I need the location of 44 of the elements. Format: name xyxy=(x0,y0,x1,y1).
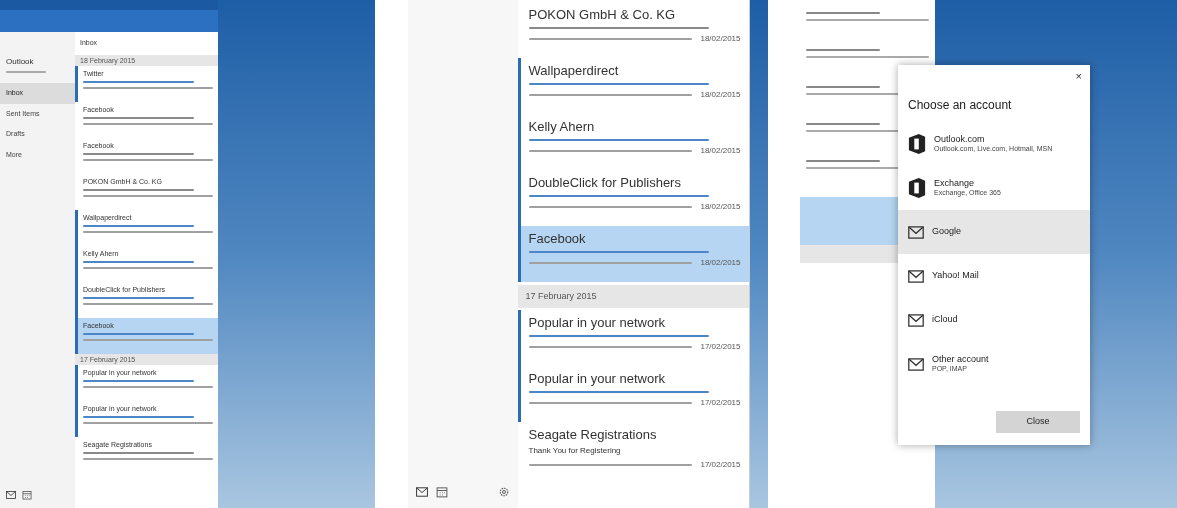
dialog-title: Choose an account xyxy=(907,97,1013,114)
message-date: 17/02/2015 xyxy=(700,399,741,407)
calendar-icon[interactable] xyxy=(22,490,32,500)
office-logo-icon xyxy=(908,178,926,198)
account-name: Google xyxy=(932,226,962,238)
message-date: 18/02/2015 xyxy=(700,147,741,155)
account-name: Exchange xyxy=(934,178,976,190)
blurred-text-line xyxy=(6,71,46,73)
account-option[interactable]: Yahoo! Mail xyxy=(898,254,1090,298)
sender-name: POKON GmbH & Co. KG xyxy=(528,8,677,21)
date-header: 17 February 2015 xyxy=(517,285,749,308)
message-date: 17/02/2015 xyxy=(700,461,741,469)
envelope-icon xyxy=(908,269,924,283)
sender-name: Wallpaperdirect xyxy=(528,64,620,77)
envelope-icon xyxy=(908,225,924,239)
calendar-icon[interactable] xyxy=(435,486,448,498)
envelope-icon xyxy=(908,313,924,327)
close-button[interactable]: × xyxy=(1075,71,1082,82)
message-subject: Thank You for Registering xyxy=(528,447,622,455)
sender-name: Facebook xyxy=(528,232,587,245)
account-name: Yahoo! Mail xyxy=(932,270,979,282)
sender-name: Popular in your network xyxy=(528,372,667,385)
settings-icon[interactable] xyxy=(497,486,510,498)
account-option[interactable]: iCloud xyxy=(898,298,1090,342)
office-logo-icon xyxy=(908,134,926,154)
envelope-icon xyxy=(908,357,924,371)
message-row[interactable]: Facebook 18/02/2015 xyxy=(517,226,749,282)
close-dialog-button[interactable]: Close xyxy=(996,411,1080,433)
sender-name: Kelly Ahern xyxy=(528,120,596,133)
sender-name: Popular in your network xyxy=(528,316,667,329)
message-date: 18/02/2015 xyxy=(700,259,741,267)
message-date: 18/02/2015 xyxy=(700,203,741,211)
message-date: 17/02/2015 xyxy=(700,343,741,351)
account-name: Other account xyxy=(932,354,989,366)
sender-name: Seagate Registrations xyxy=(528,428,658,441)
account-name: Outlook.com xyxy=(934,134,986,146)
sender-name: DoubleClick for Publishers xyxy=(528,176,682,189)
message-date: 18/02/2015 xyxy=(700,91,741,99)
account-option[interactable]: Google xyxy=(898,210,1090,254)
envelope-icon xyxy=(6,491,16,499)
envelope-icon xyxy=(415,487,428,497)
account-name[interactable]: Outlook xyxy=(0,56,75,68)
message-date: 18/02/2015 xyxy=(700,35,741,43)
account-name: iCloud xyxy=(932,314,958,326)
